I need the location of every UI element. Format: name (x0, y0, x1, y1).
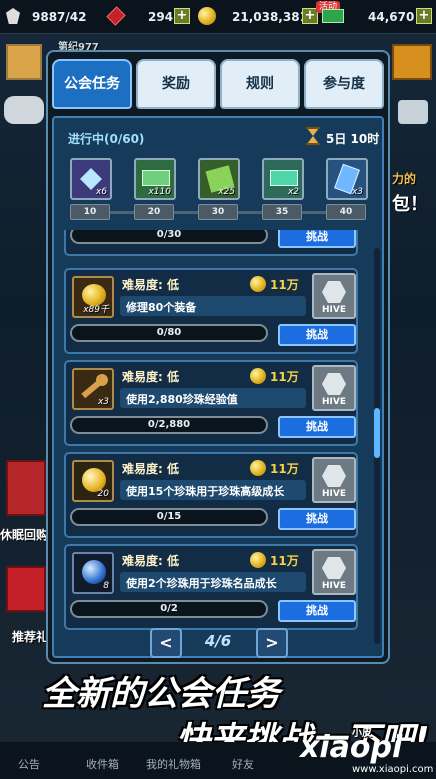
task-description-box: 使用15个珍珠用于珍珠高级成长 (120, 480, 306, 500)
task-description: 使用15个珍珠用于珍珠高级成长 (126, 485, 285, 498)
challenge-button[interactable]: 挑战 (278, 230, 356, 248)
task-description-box: 使用2,880珍珠经验值 (120, 388, 306, 408)
reward-card-icon[interactable]: x3 (326, 158, 368, 200)
reward-skill-icon[interactable]: x6 (70, 158, 112, 200)
watermark-url: www.xiaopi.com (352, 764, 434, 775)
challenge-button[interactable]: 挑战 (278, 324, 356, 346)
nav-notice[interactable]: 公告 (18, 756, 40, 772)
gamepad-icon[interactable] (4, 96, 44, 124)
add-cash-button[interactable]: + (416, 8, 432, 24)
pearl-blue-icon: 8 (72, 552, 114, 594)
task-description: 使用2个珍珠用于珍珠名品成长 (126, 577, 277, 590)
milestone-10: 10 (70, 204, 110, 220)
hive-logo: HIVE (312, 549, 356, 595)
recommend-label[interactable]: 推荐礼 (12, 628, 48, 645)
coin-icon: x89千 (72, 276, 114, 318)
tab-rewards[interactable]: 奖励 (136, 59, 216, 109)
task-difficulty: 难易度: 低 (122, 278, 179, 292)
milestone-40: 40 (326, 204, 366, 220)
rest-label[interactable]: 休眠回购 (0, 526, 48, 543)
task-difficulty: 难易度: 低 (122, 370, 179, 384)
right-text-2: 包！ (392, 194, 428, 215)
chat-icon[interactable] (398, 100, 428, 124)
task-description: 使用2,880珍珠经验值 (126, 393, 238, 406)
gold-value: 21,038,381 (232, 10, 308, 24)
task-progress-bar: 0/2,880 (70, 416, 268, 434)
player-avatar[interactable] (6, 44, 42, 80)
gold-icon (198, 7, 216, 25)
nav-gift-box[interactable]: 我的礼物箱 (146, 756, 201, 772)
task-card: 8 难易度: 低 11万 使用2个珍珠用于珍珠名品成长 HIVE 0/2 挑战 (64, 544, 358, 630)
task-list: 0/30 挑战 x89千 难易度: 低 11万 修理80个装备 HIVE 0/8… (56, 230, 374, 656)
reward-ticket-icon[interactable]: x25 (198, 158, 240, 200)
scrollbar-thumb[interactable] (374, 408, 380, 458)
milestone-20: 20 (134, 204, 174, 220)
gold-icon (250, 276, 266, 292)
milestone-35: 35 (262, 204, 302, 220)
add-gems-button[interactable]: + (174, 8, 190, 24)
task-description-box: 使用2个珍珠用于珍珠名品成长 (120, 572, 306, 592)
task-reward: 11万 (270, 554, 299, 568)
game-screen: { "topbar": { "stamina": "9887/42", "gem… (0, 0, 436, 779)
watermark-logo: xiaopi (300, 730, 403, 765)
task-card: 0/30 挑战 (64, 230, 358, 256)
promo-line-1: 全新的公会任务 (42, 674, 280, 714)
pager: < 4/6 > (140, 628, 296, 660)
nav-inbox[interactable]: 收件箱 (86, 756, 119, 772)
tab-guild-mission[interactable]: 公会任务 (52, 59, 132, 109)
menu-grid-icon[interactable] (392, 44, 432, 80)
task-progress-bar: 0/15 (70, 508, 268, 526)
rest-shop-icon[interactable] (6, 460, 46, 516)
task-reward: 11万 (270, 278, 299, 292)
task-progress-bar: 0/80 (70, 324, 268, 342)
tab-participation[interactable]: 参与度 (304, 59, 384, 109)
task-description: 修理80个装备 (126, 301, 197, 314)
mission-content: 进行中(0/60) 5日 10时 x6 x110 x25 x2 x3 10 20… (52, 116, 384, 658)
challenge-button[interactable]: 挑战 (278, 600, 356, 622)
gold-icon (250, 460, 266, 476)
stamina-value: 9887/42 (32, 10, 87, 24)
hive-logo: HIVE (312, 457, 356, 503)
task-reward: 11万 (270, 462, 299, 476)
challenge-button[interactable]: 挑战 (278, 416, 356, 438)
key-icon: x3 (72, 368, 114, 410)
task-card: x89千 难易度: 低 11万 修理80个装备 HIVE 0/80 挑战 (64, 268, 358, 354)
hive-logo: HIVE (312, 365, 356, 411)
tab-bar: 公会任务 奖励 规则 参与度 (48, 52, 388, 112)
hourglass-icon (306, 127, 320, 145)
remaining-time: 5日 10时 (326, 132, 380, 146)
cash-value: 44,670 (368, 10, 415, 24)
task-reward: 11万 (270, 370, 299, 384)
challenge-button[interactable]: 挑战 (278, 508, 356, 530)
nav-friends[interactable]: 好友 (232, 756, 254, 772)
task-progress-bar: 0/2 (70, 600, 268, 618)
cash-icon (322, 9, 344, 23)
gem-value: 294 (148, 10, 174, 24)
reward-voucher-icon[interactable]: x2 (262, 158, 304, 200)
progress-label: 进行中(0/60) (68, 132, 145, 146)
gold-icon (250, 368, 266, 384)
hive-logo: HIVE (312, 273, 356, 319)
task-card: x3 难易度: 低 11万 使用2,880珍珠经验值 HIVE 0/2,880 … (64, 360, 358, 446)
tab-rules[interactable]: 规则 (220, 59, 300, 109)
task-difficulty: 难易度: 低 (122, 554, 179, 568)
recommend-gift-icon[interactable] (6, 566, 46, 612)
reward-cash-icon[interactable]: x110 (134, 158, 176, 200)
stamina-icon (6, 8, 20, 24)
right-text-1: 力的 (392, 172, 417, 186)
prev-page-button[interactable]: < (150, 628, 182, 658)
resource-bar: 9887/42 294 + 21,038,381 + 活动 44,670 + (0, 0, 436, 34)
task-difficulty: 难易度: 低 (122, 462, 179, 476)
task-description-box: 修理80个装备 (120, 296, 306, 316)
task-scrollbar[interactable] (374, 248, 380, 644)
task-progress-bar: 0/30 (70, 230, 268, 244)
gem-icon (106, 6, 126, 26)
guild-mission-panel: 公会任务 奖励 规则 参与度 进行中(0/60) 5日 10时 x6 x110 … (46, 50, 390, 664)
pearl-gold-icon: 20 (72, 460, 114, 502)
page-indicator: 4/6 (204, 632, 232, 650)
gold-icon (250, 552, 266, 568)
milestone-30: 30 (198, 204, 238, 220)
next-page-button[interactable]: > (256, 628, 288, 658)
task-card: 20 难易度: 低 11万 使用15个珍珠用于珍珠高级成长 HIVE 0/15 … (64, 452, 358, 538)
